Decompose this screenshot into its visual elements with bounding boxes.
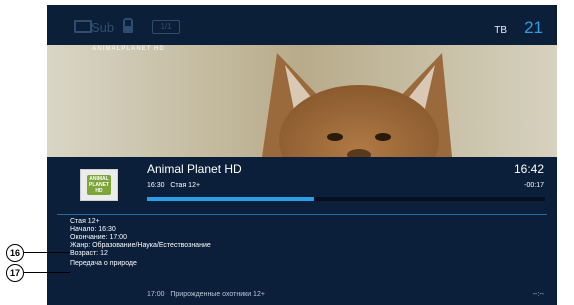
current-program: 16:30 Стая 12+ — [147, 182, 200, 189]
video-preview: ANIMALPLANET HD — [47, 45, 557, 157]
fox-image — [47, 45, 557, 157]
detail-start: Начало: 16:30 — [70, 226, 116, 233]
channel-number: 21 — [524, 18, 543, 37]
next-program-duration: --:-- — [532, 291, 544, 298]
lock-icon — [123, 18, 133, 33]
current-time: 16:42 — [513, 162, 544, 176]
callout-17-line — [24, 272, 70, 273]
channel-logo-text: ANIMAL PLANET HD — [89, 176, 109, 194]
program-info-panel: ANIMAL PLANET HD Animal Planet HD 16:42 … — [47, 157, 557, 305]
tv-mode-label: ТВ — [494, 25, 507, 36]
callout-16-line — [24, 252, 70, 253]
detail-end: Окончание: 17:00 — [70, 234, 127, 241]
callout-16: 16 — [6, 244, 24, 262]
next-program-time: 17:00 — [147, 291, 165, 298]
program-progress-bar — [147, 197, 545, 201]
next-program: 17:00 Прирожденные охотники 12+ — [147, 291, 265, 298]
detail-age: Возраст: 12 — [70, 250, 108, 257]
detail-description: Передача о природе — [70, 260, 137, 267]
subtitles-label: Sub — [91, 20, 115, 35]
next-program-title: Прирожденные охотники 12+ — [170, 291, 265, 298]
detail-title: Стая 12+ — [70, 218, 100, 225]
tv-screen: Sub 1/1 ТВ 21 ANIMALPLANET HD ANIMAL PLA… — [47, 5, 557, 305]
program-start-time: 16:30 — [147, 182, 165, 189]
time-remaining: -00:17 — [524, 182, 544, 189]
channel-logo: ANIMAL PLANET HD — [80, 169, 118, 201]
channel-name: Animal Planet HD — [147, 162, 242, 176]
divider — [57, 214, 547, 215]
audio-track-icon: 1/1 — [152, 20, 180, 34]
channel-watermark: ANIMALPLANET HD — [92, 46, 165, 52]
callout-17: 17 — [6, 264, 24, 282]
program-progress-fill — [147, 197, 315, 201]
audio-track-label: 1/1 — [160, 22, 172, 31]
detail-genre: Жанр: Образование/Наука/Естествознание — [70, 242, 211, 249]
program-title: Стая 12+ — [170, 182, 201, 189]
screen-icon — [74, 20, 92, 33]
status-bar: Sub 1/1 ТВ 21 — [47, 5, 557, 45]
